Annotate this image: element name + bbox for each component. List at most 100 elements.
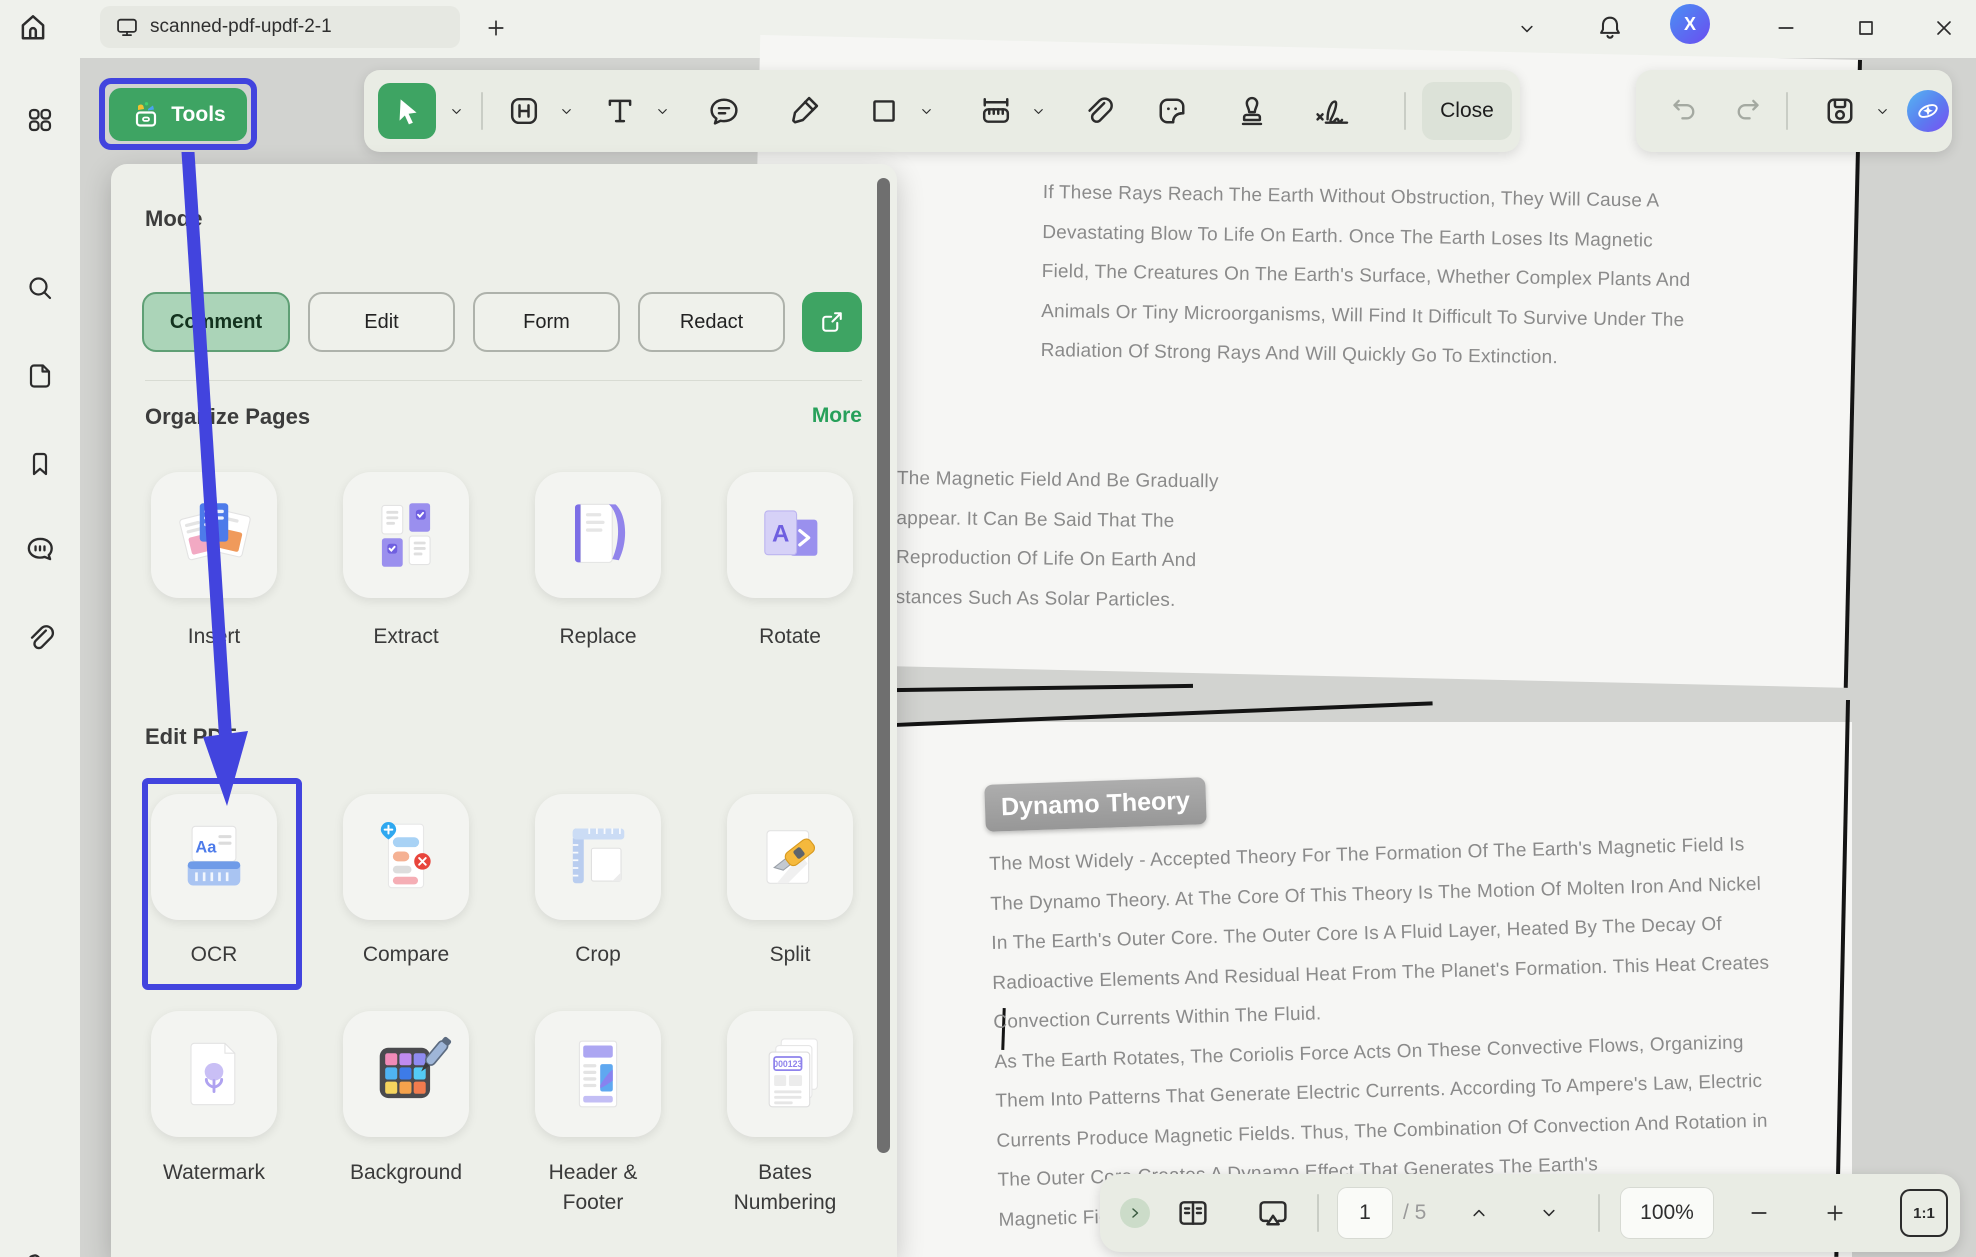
text-tool-button[interactable] xyxy=(600,91,640,131)
new-tab-button[interactable] xyxy=(478,10,514,46)
sidebar-item-attachments[interactable] xyxy=(18,616,62,660)
reading-mode-button[interactable] xyxy=(1172,1193,1214,1233)
user-avatar[interactable]: X xyxy=(1670,4,1710,44)
shape-tool-button[interactable] xyxy=(864,91,904,131)
doc-text-line: Reproduction Of Life On Earth And xyxy=(896,547,1218,590)
toolbar-divider xyxy=(1404,92,1406,130)
tool-tile-crop[interactable] xyxy=(535,794,661,920)
undo-button[interactable] xyxy=(1664,91,1704,131)
close-icon xyxy=(1932,16,1956,40)
tool-tile-extract[interactable] xyxy=(343,472,469,598)
crop-icon xyxy=(552,811,644,903)
tool-tile-header-footer[interactable] xyxy=(535,1011,661,1137)
watermark-icon xyxy=(168,1028,260,1120)
mode-label: Comment xyxy=(170,311,262,334)
bell-icon xyxy=(1595,13,1625,43)
zoom-out-button[interactable] xyxy=(1740,1195,1778,1231)
tool-tile-replace[interactable] xyxy=(535,472,661,598)
extract-icon xyxy=(360,489,452,581)
tool-label-crop: Crop xyxy=(518,940,678,970)
signature-icon xyxy=(1312,93,1352,129)
apps-grid-icon xyxy=(24,104,56,136)
sidebar-item-search[interactable] xyxy=(18,266,62,310)
text-icon xyxy=(602,93,638,129)
doc-text-line: appear. It Can Be Said That The xyxy=(896,507,1218,550)
actual-size-button[interactable]: 1:1 xyxy=(1900,1189,1948,1237)
zoom-level-box[interactable]: 100% xyxy=(1620,1187,1714,1239)
shape-tool-dropdown[interactable] xyxy=(912,97,940,125)
page1-bottom-scan-edge xyxy=(893,684,1193,692)
plus-icon xyxy=(484,16,508,40)
tool-tile-rotate[interactable]: A xyxy=(727,472,853,598)
panel-scrollbar[interactable] xyxy=(877,178,890,1153)
sidebar-item-apps[interactable] xyxy=(18,98,62,142)
maximize-button[interactable] xyxy=(1844,6,1888,50)
notifications-button[interactable] xyxy=(1588,6,1632,50)
measure-tool-button[interactable] xyxy=(976,91,1016,131)
page1-paragraph-2: The Magnetic Field And Be Gradually appe… xyxy=(895,468,1218,629)
zoom-in-button[interactable] xyxy=(1816,1195,1854,1231)
close-window-button[interactable] xyxy=(1922,6,1966,50)
ai-assistant-button[interactable] xyxy=(1907,90,1949,132)
presentation-button[interactable] xyxy=(1252,1193,1294,1233)
mode-button-form[interactable]: Form xyxy=(473,292,620,352)
mode-label: Form xyxy=(523,311,570,334)
select-tool-button[interactable] xyxy=(378,83,436,139)
mode-button-redact[interactable]: Redact xyxy=(638,292,785,352)
sticker-tool-button[interactable] xyxy=(1152,91,1192,131)
theme-palette-icon xyxy=(23,1248,57,1257)
replace-icon xyxy=(552,489,644,581)
tool-tile-insert[interactable] xyxy=(151,472,277,598)
external-link-icon xyxy=(818,308,846,336)
tool-label-header-footer: Header & Footer xyxy=(518,1158,668,1219)
highlight-tool-button[interactable] xyxy=(504,91,544,131)
page-number-input[interactable]: 1 xyxy=(1337,1187,1393,1239)
text-tool-dropdown[interactable] xyxy=(648,97,676,125)
collapse-toolbar-button[interactable] xyxy=(1506,8,1548,50)
attachment-tool-button[interactable] xyxy=(1078,91,1118,131)
tool-label-compare: Compare xyxy=(326,940,486,970)
ocr-highlight-box xyxy=(142,778,302,990)
document-tab[interactable]: scanned-pdf-updf-2-1 xyxy=(100,6,460,48)
save-dropdown[interactable] xyxy=(1868,97,1896,125)
minimize-button[interactable] xyxy=(1764,6,1808,50)
expand-bar-button[interactable] xyxy=(1120,1198,1150,1228)
more-link[interactable]: More xyxy=(771,404,862,428)
insert-icon xyxy=(168,489,260,581)
tools-button[interactable]: Tools xyxy=(109,88,247,141)
tool-tile-split[interactable] xyxy=(727,794,853,920)
next-page-button[interactable] xyxy=(1530,1195,1568,1231)
comment-tool-button[interactable] xyxy=(704,91,744,131)
tool-tile-compare[interactable] xyxy=(343,794,469,920)
tool-tile-background[interactable] xyxy=(343,1011,469,1137)
comments-icon xyxy=(23,532,57,566)
tool-tile-bates-numbering[interactable]: 000123 xyxy=(727,1011,853,1137)
sidebar-item-theme[interactable] xyxy=(18,1243,62,1257)
pen-tool-button[interactable] xyxy=(784,91,824,131)
open-in-new-window-button[interactable] xyxy=(802,292,862,352)
measure-tool-dropdown[interactable] xyxy=(1024,97,1052,125)
close-toolbar-button[interactable]: Close xyxy=(1422,82,1512,140)
paperclip-icon xyxy=(23,621,57,655)
home-button[interactable] xyxy=(12,6,54,48)
sidebar-item-bookmarks[interactable] xyxy=(18,442,62,486)
sidebar-item-page-thumbnails[interactable] xyxy=(18,354,62,398)
mode-button-edit[interactable]: Edit xyxy=(308,292,455,352)
split-icon xyxy=(744,811,836,903)
redo-button[interactable] xyxy=(1728,91,1768,131)
tools-label: Tools xyxy=(171,103,225,127)
select-tool-dropdown[interactable] xyxy=(442,97,470,125)
avatar-initial: X xyxy=(1684,14,1696,35)
save-button[interactable] xyxy=(1820,91,1860,131)
previous-page-button[interactable] xyxy=(1460,1195,1498,1231)
mode-button-comment[interactable]: Comment xyxy=(142,292,290,352)
close-label: Close xyxy=(1440,99,1494,123)
highlight-tool-dropdown[interactable] xyxy=(552,97,580,125)
chevron-down-icon xyxy=(654,103,671,120)
chevron-down-icon xyxy=(558,103,575,120)
toolbar-divider xyxy=(481,92,483,130)
tool-tile-watermark[interactable] xyxy=(151,1011,277,1137)
signature-tool-button[interactable] xyxy=(1310,91,1354,131)
stamp-tool-button[interactable] xyxy=(1232,91,1272,131)
sidebar-item-comments[interactable] xyxy=(18,527,62,571)
